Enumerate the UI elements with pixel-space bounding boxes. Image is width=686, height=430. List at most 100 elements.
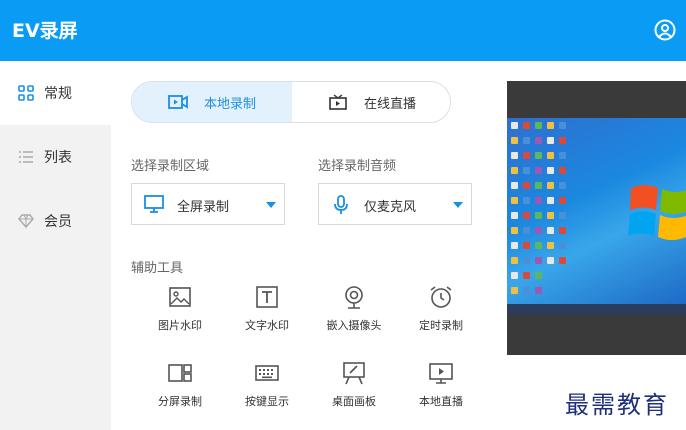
desktop-icon xyxy=(547,167,554,174)
desktop-icon xyxy=(523,152,530,159)
tool-label: 嵌入摄像头 xyxy=(326,319,382,332)
desktop-icon xyxy=(559,197,566,204)
desktop-icon xyxy=(511,197,518,204)
desktop-icon xyxy=(523,122,530,129)
watermark-text: 最需教育 xyxy=(565,391,669,419)
desktop-icon xyxy=(535,257,542,264)
sidebar-item-vip[interactable]: 会员 xyxy=(0,189,111,253)
desktop-icon xyxy=(523,227,530,234)
desktop-icon xyxy=(547,122,554,129)
play-screen-icon xyxy=(429,363,453,384)
windows-logo-icon xyxy=(628,185,686,240)
desktop-icon xyxy=(535,212,542,219)
desktop-icon xyxy=(535,272,542,279)
desktop-icon xyxy=(547,137,554,144)
desktop-icon xyxy=(535,122,542,129)
desktop-icon xyxy=(559,152,566,159)
title-bar: EV录屏 xyxy=(0,0,686,61)
grid-icon xyxy=(18,85,34,101)
tool-image-watermark[interactable]: 图片水印 xyxy=(140,285,220,345)
tool-label: 分屏录制 xyxy=(158,395,202,408)
region-select[interactable]: 全屏录制 xyxy=(131,183,285,225)
tool-split-screen[interactable]: 分屏录制 xyxy=(140,361,220,421)
desktop-icon xyxy=(511,227,518,234)
desktop-icon xyxy=(511,167,518,174)
tool-label: 按键显示 xyxy=(245,395,289,408)
audio-value: 仅麦克风 xyxy=(364,200,417,215)
region-value: 全屏录制 xyxy=(177,200,230,215)
desktop-icon xyxy=(535,227,542,234)
sidebar: 常规 列表 会员 xyxy=(0,61,111,430)
video-record-icon xyxy=(168,95,188,109)
main-panel: 本地录制 在线直播 选择录制区域 全屏录制 选择录制音频 仅麦克风 辅助工具 图… xyxy=(111,61,507,430)
webcam-icon xyxy=(345,286,363,309)
app-title: EV录屏 xyxy=(12,20,78,42)
tool-webcam[interactable]: 嵌入摄像头 xyxy=(314,285,394,345)
desktop-icon xyxy=(535,137,542,144)
desktop-icon xyxy=(511,137,518,144)
chevron-down-icon xyxy=(453,202,463,208)
tool-label: 图片水印 xyxy=(158,319,202,332)
tool-label: 定时录制 xyxy=(419,319,463,332)
tool-scheduled-record[interactable]: 定时录制 xyxy=(401,285,481,345)
tab-local-record[interactable]: 本地录制 xyxy=(132,82,292,122)
chevron-down-icon xyxy=(266,202,276,208)
user-icon[interactable] xyxy=(654,19,676,41)
tool-label: 本地直播 xyxy=(419,395,463,408)
desktop-icon xyxy=(547,227,554,234)
tool-key-display[interactable]: 按键显示 xyxy=(227,361,307,421)
tool-desktop-board[interactable]: 桌面画板 xyxy=(314,361,394,421)
desktop-icon xyxy=(511,152,518,159)
desktop-icon xyxy=(559,167,566,174)
diamond-icon xyxy=(18,214,34,229)
sidebar-item-label: 常规 xyxy=(44,86,72,102)
desktop-icon xyxy=(511,122,518,129)
desktop-icon xyxy=(523,212,530,219)
desktop-icon xyxy=(523,287,530,294)
desktop-icon xyxy=(535,167,542,174)
desktop-icon xyxy=(535,182,542,189)
tool-text-watermark[interactable]: 文字水印 xyxy=(227,285,307,345)
sidebar-item-general[interactable]: 常规 xyxy=(0,61,111,125)
desktop-icon xyxy=(559,182,566,189)
desktop-icon xyxy=(535,197,542,204)
sidebar-item-list[interactable]: 列表 xyxy=(0,125,111,189)
tool-local-live[interactable]: 本地直播 xyxy=(401,361,481,421)
mode-tabs: 本地录制 在线直播 xyxy=(131,81,451,123)
split-screen-icon xyxy=(168,364,192,382)
list-icon xyxy=(19,151,33,163)
desktop-icon xyxy=(511,182,518,189)
desktop-icon xyxy=(547,212,554,219)
desktop-icon xyxy=(559,257,566,264)
taskbar xyxy=(507,304,686,314)
tool-label: 桌面画板 xyxy=(332,395,376,408)
desktop-icon xyxy=(511,212,518,219)
desktop-icon xyxy=(523,272,530,279)
desktop-icon xyxy=(535,287,542,294)
desktop-icon xyxy=(547,242,554,249)
desktop-icon xyxy=(523,182,530,189)
desktop-icon xyxy=(523,137,530,144)
tab-live-stream[interactable]: 在线直播 xyxy=(292,82,450,122)
desktop-icon xyxy=(523,257,530,264)
tab-label: 本地录制 xyxy=(203,96,256,112)
desktop-icon xyxy=(511,272,518,279)
monitor-icon xyxy=(144,195,164,213)
desktop-icon xyxy=(559,137,566,144)
text-icon xyxy=(256,286,278,308)
tool-label: 文字水印 xyxy=(245,319,289,332)
image-icon xyxy=(169,287,191,307)
audio-label: 选择录制音频 xyxy=(318,159,397,174)
desktop-icon xyxy=(535,242,542,249)
tools-label: 辅助工具 xyxy=(131,261,184,276)
tv-icon xyxy=(329,94,347,110)
sidebar-item-label: 会员 xyxy=(44,214,72,230)
desktop-icon xyxy=(523,167,530,174)
desktop-icon xyxy=(559,227,566,234)
desktop-icon xyxy=(511,242,518,249)
audio-select[interactable]: 仅麦克风 xyxy=(318,183,472,225)
desktop-icon xyxy=(523,197,530,204)
region-label: 选择录制区域 xyxy=(131,159,210,174)
desktop-icon xyxy=(559,122,566,129)
desktop-icon xyxy=(547,197,554,204)
